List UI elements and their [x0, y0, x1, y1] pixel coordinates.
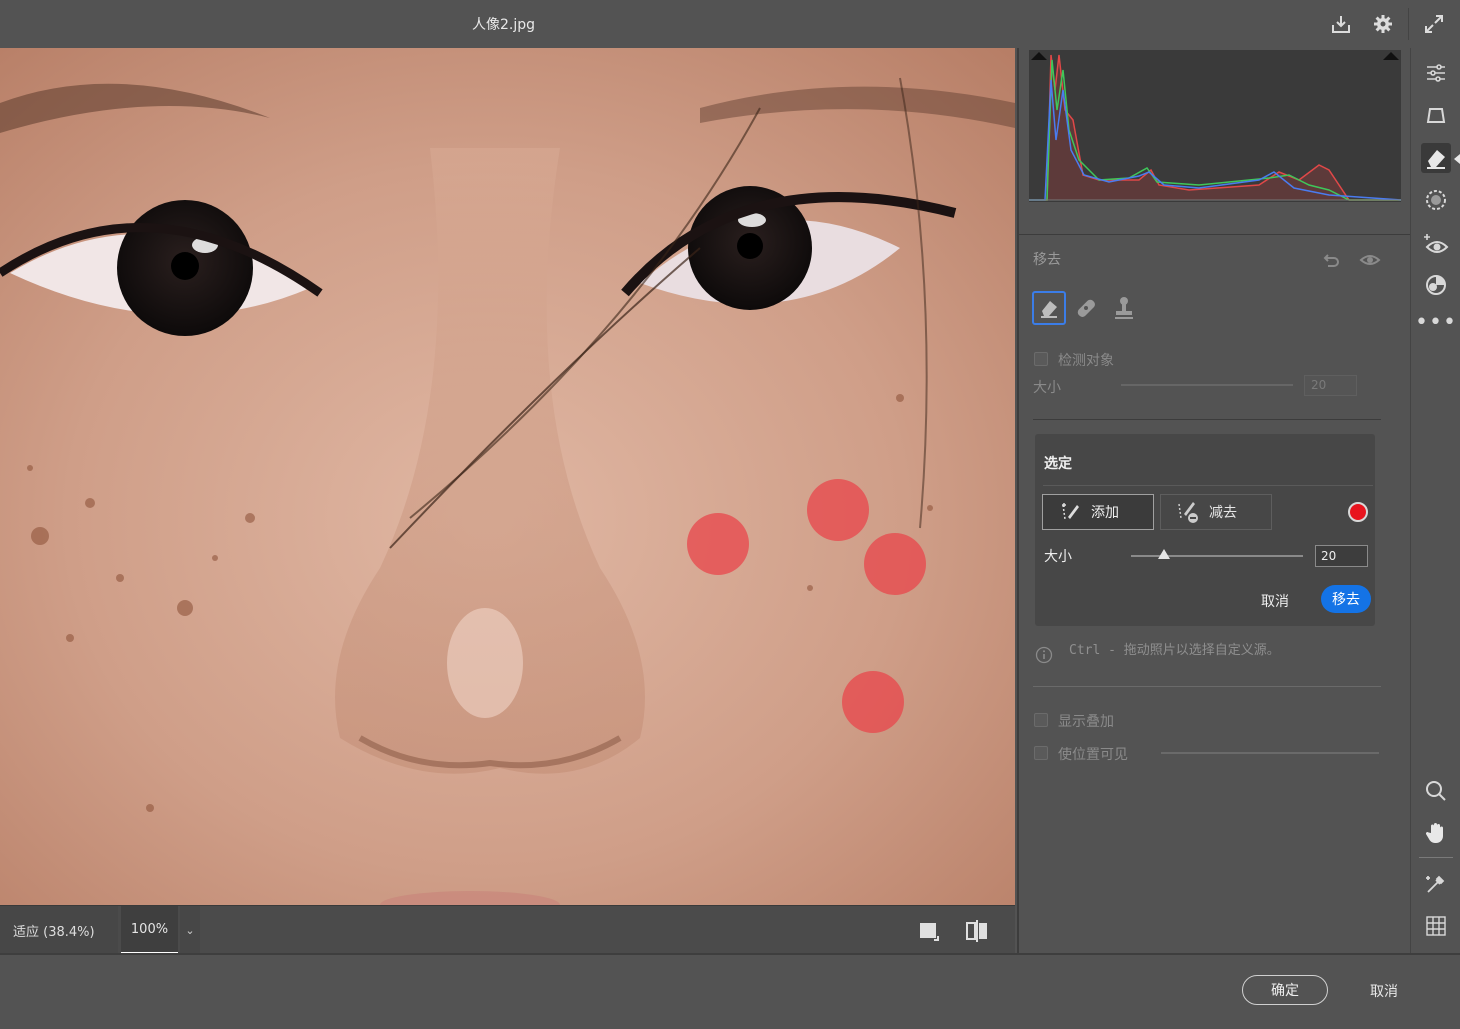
subtract-label: 减去: [1209, 505, 1237, 521]
selection-cancel-button[interactable]: 取消: [1261, 591, 1289, 611]
visibility-eye-icon[interactable]: [1359, 250, 1381, 270]
red-eye-icon[interactable]: [1421, 229, 1451, 259]
selection-panel: 选定 添加 减去 大小 20 取消 移去: [1035, 434, 1375, 626]
hint-text: Ctrl - 拖动照片以选择自定义源。: [1069, 643, 1280, 658]
selection-size-label: 大小: [1044, 549, 1072, 565]
clone-stamp-icon[interactable]: [1111, 295, 1139, 323]
detect-objects-label: 检测对象: [1058, 353, 1114, 369]
crop-icon[interactable]: [1421, 101, 1451, 131]
title-bar: 人像2.jpg: [0, 0, 1460, 48]
show-positions-checkbox[interactable]: [1034, 746, 1048, 760]
cancel-button[interactable]: 取消: [1370, 981, 1398, 1001]
sliders-icon[interactable]: [1421, 58, 1451, 88]
divider: [1419, 857, 1453, 858]
zoom-100-button[interactable]: 100%: [121, 906, 178, 954]
eraser-icon[interactable]: [1421, 143, 1451, 173]
document-title: 人像2.jpg: [472, 17, 536, 33]
subtract-brush-icon: [1175, 500, 1201, 524]
selection-size-slider[interactable]: [1131, 549, 1303, 559]
positions-opacity-slider[interactable]: [1161, 752, 1379, 754]
add-label: 添加: [1091, 505, 1119, 521]
download-icon[interactable]: [1327, 10, 1355, 38]
size-label-disabled: 大小: [1033, 380, 1061, 396]
grid-icon[interactable]: [1421, 911, 1451, 941]
status-bar: 适应 (38.4%) 100% ⌄: [0, 905, 1015, 954]
title-divider: [1408, 8, 1409, 40]
removal-spot[interactable]: [687, 513, 749, 575]
presets-icon[interactable]: [1421, 270, 1451, 300]
hand-icon[interactable]: [1421, 818, 1451, 848]
zoom-fit-button[interactable]: 适应 (38.4%): [0, 906, 118, 954]
eyedropper-icon[interactable]: [1421, 869, 1451, 899]
show-positions-label: 使位置可见: [1058, 747, 1128, 763]
show-overlay-label: 显示叠加: [1058, 714, 1114, 730]
add-brush-button[interactable]: 添加: [1042, 494, 1154, 530]
removal-spot[interactable]: [842, 671, 904, 733]
remove-apply-button[interactable]: 移去: [1321, 585, 1371, 613]
overlay-color-swatch[interactable]: [1348, 502, 1368, 522]
selection-heading: 选定: [1044, 456, 1072, 472]
remove-section-title: 移去: [1033, 252, 1061, 268]
size-slider-disabled[interactable]: [1121, 384, 1293, 386]
divider: [1033, 419, 1381, 420]
zoom-icon[interactable]: [1421, 776, 1451, 806]
single-view-icon[interactable]: [918, 920, 940, 942]
portrait-photo: [0, 48, 1015, 905]
active-tool-indicator: [1454, 154, 1460, 164]
selection-size-input[interactable]: 20: [1315, 545, 1368, 567]
chevron-down-icon[interactable]: ⌄: [180, 906, 200, 954]
show-overlay-checkbox[interactable]: [1034, 713, 1048, 727]
size-input-disabled[interactable]: 20: [1304, 375, 1357, 396]
ok-button[interactable]: 确定: [1242, 975, 1328, 1005]
tool-strip: •••: [1410, 48, 1460, 953]
gear-icon[interactable]: [1369, 10, 1397, 38]
info-icon: [1035, 646, 1053, 664]
slider-thumb[interactable]: [1157, 549, 1170, 559]
expand-icon[interactable]: [1420, 10, 1448, 38]
reset-icon[interactable]: [1321, 250, 1341, 270]
more-icon[interactable]: •••: [1415, 307, 1456, 337]
photo-canvas[interactable]: [0, 48, 1015, 905]
detect-objects-checkbox[interactable]: [1034, 352, 1048, 366]
histogram: [1029, 50, 1402, 202]
add-brush-icon: [1059, 501, 1081, 523]
compare-view-icon[interactable]: [964, 918, 990, 944]
subtract-brush-button[interactable]: 减去: [1160, 494, 1272, 530]
heal-bandage-icon[interactable]: [1073, 295, 1101, 323]
adjustment-panel: 移去 检测对象 大小 20 选定 添加 减去 大小 20 取消 移去 Ctrl …: [1017, 48, 1412, 953]
divider: [1019, 234, 1412, 235]
divider: [1033, 686, 1381, 687]
eraser-tool-icon[interactable]: [1032, 291, 1066, 325]
removal-spot[interactable]: [807, 479, 869, 541]
footer-bar: 确定 取消: [0, 953, 1460, 1029]
divider: [1043, 485, 1373, 486]
mask-icon[interactable]: [1421, 185, 1451, 215]
removal-spot[interactable]: [864, 533, 926, 595]
